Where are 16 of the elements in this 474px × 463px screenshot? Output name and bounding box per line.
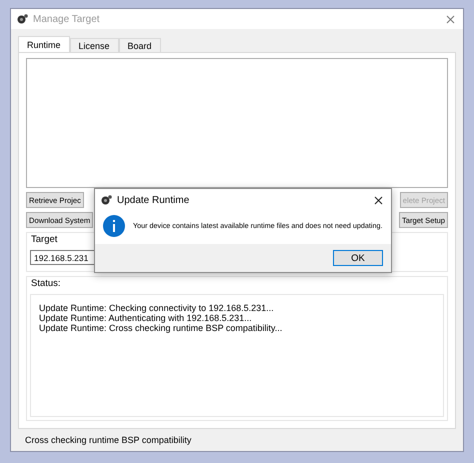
app-icon [101,195,112,205]
close-button[interactable] [372,196,385,204]
status-text: Cross checking runtime BSP compatibility [25,435,192,445]
group-label: Target [31,234,58,245]
tab[interactable]: Runtime [18,36,70,52]
app-icon [17,14,28,24]
tab[interactable]: Board [118,38,161,52]
tab[interactable]: License [70,38,119,52]
group-label: Status: [31,278,62,289]
log-line: Update Runtime: Cross checking runtime BSP compatibility... [39,323,284,333]
ok-button[interactable]: OK [333,250,383,266]
window-title: Manage Target [33,14,101,24]
log-line: Update Runtime: Authenticating with 192.168.5.231... [39,313,253,323]
dialog-title: Update Runtime [117,194,190,206]
log-line: Update Runtime: Checking connectivity to 192.168.5.231... [39,303,275,313]
info-icon [103,214,125,236]
